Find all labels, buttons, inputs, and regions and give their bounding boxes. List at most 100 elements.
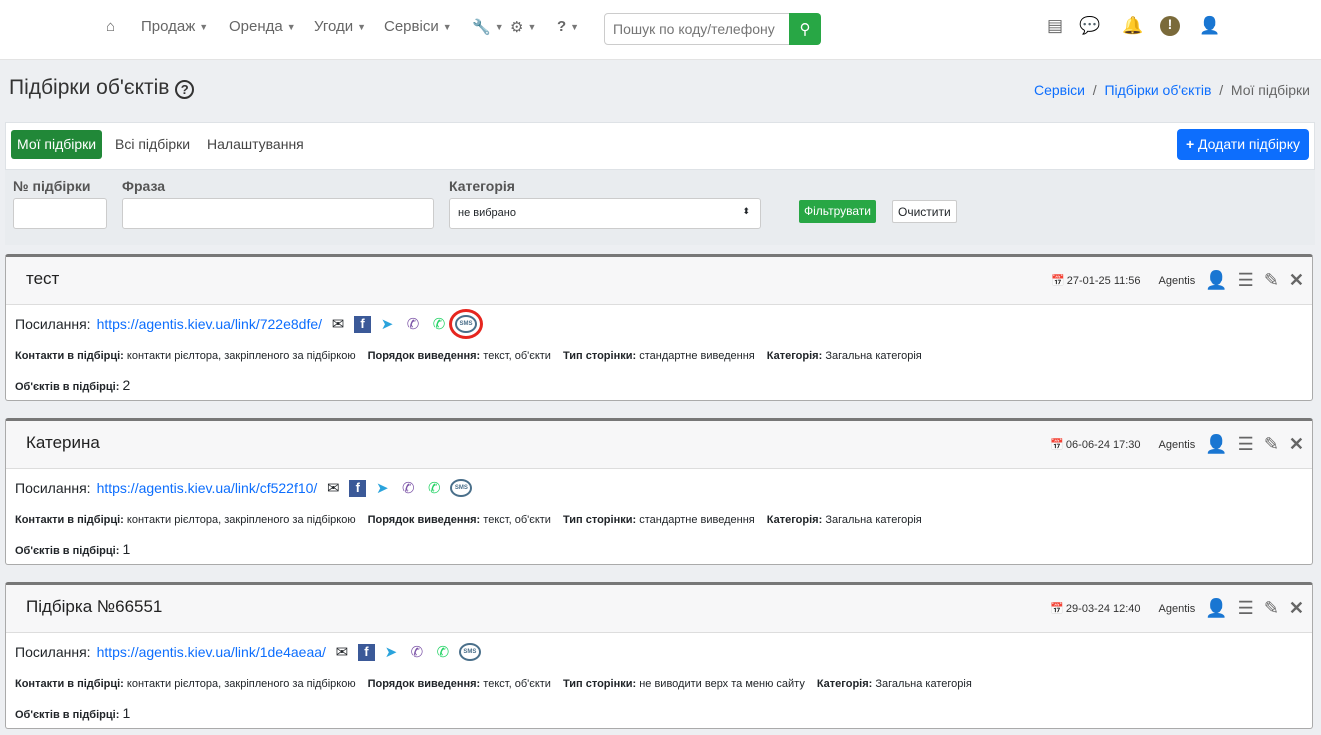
user-outline-icon[interactable]: 👤 bbox=[1205, 598, 1227, 619]
breadcrumb-services[interactable]: Сервіси bbox=[1034, 82, 1085, 98]
book-icon[interactable]: ▤ bbox=[1047, 16, 1063, 36]
close-icon[interactable]: ✕ bbox=[1289, 434, 1304, 455]
link-label: Посилання: bbox=[15, 316, 91, 332]
phrase-label: Фраза bbox=[122, 178, 166, 194]
link-label: Посилання: bbox=[15, 644, 91, 660]
nav-rent[interactable]: Оренда ▼ bbox=[229, 18, 296, 35]
list-icon[interactable]: ☰ bbox=[1238, 598, 1254, 619]
contacts-info: Контакти в підбірці: контакти рієлтора, … bbox=[15, 514, 356, 526]
order-info: Порядок виведення: текст, об'єкти bbox=[367, 350, 551, 362]
card-title: тест bbox=[26, 269, 60, 288]
tab-my-collections[interactable]: Мої підбірки bbox=[11, 130, 103, 159]
facebook-icon[interactable]: f bbox=[354, 315, 372, 333]
card-date: 29-03-24 12:40 bbox=[1065, 602, 1141, 615]
collection-card: тест 📅 27-01-25 11:56 Agentis 👤 ☰ ✎ ✕ Пос… bbox=[5, 254, 1313, 401]
collection-link[interactable]: https://agentis.kiev.ua/link/722e8dfe/ bbox=[97, 316, 322, 332]
select-arrows-icon: ⬍ bbox=[742, 206, 750, 216]
nav-deals[interactable]: Угоди ▼ bbox=[314, 18, 366, 35]
caret-down-icon: ▼ bbox=[199, 21, 209, 32]
help-circle-icon[interactable]: ? bbox=[175, 80, 195, 99]
sms-icon[interactable]: SMS bbox=[458, 643, 481, 661]
caret-down-icon: ▼ bbox=[357, 21, 367, 32]
number-input[interactable] bbox=[13, 198, 107, 229]
telegram-icon[interactable]: ➤ bbox=[377, 315, 397, 333]
pencil-icon[interactable]: ✎ bbox=[1264, 434, 1279, 455]
category-info: Категорія: Загальна категорія bbox=[766, 514, 922, 526]
pencil-icon[interactable]: ✎ bbox=[1264, 598, 1279, 619]
alert-icon[interactable]: ! bbox=[1160, 16, 1180, 36]
filters-panel: № підбірки Фраза Категорія не вибрано ⬍ Ф… bbox=[5, 170, 1315, 245]
viber-icon[interactable]: ✆ bbox=[407, 643, 427, 661]
card-header: тест 📅 27-01-25 11:56 Agentis 👤 ☰ ✎ ✕ bbox=[6, 257, 1312, 305]
collection-link[interactable]: https://agentis.kiev.ua/link/cf522f10/ bbox=[97, 480, 318, 496]
search-icon: ⚲ bbox=[799, 21, 811, 38]
card-title: Підбірка №66551 bbox=[26, 597, 163, 616]
tab-all-collections[interactable]: Всі підбірки bbox=[109, 130, 196, 159]
wrench-icon[interactable]: 🔧 ▼ bbox=[472, 18, 504, 36]
card-date: 27-01-25 11:56 bbox=[1066, 274, 1141, 287]
bell-icon[interactable]: 🔔 bbox=[1122, 16, 1143, 36]
search-button[interactable]: ⚲ bbox=[789, 13, 821, 45]
sms-icon[interactable]: SMS bbox=[450, 479, 473, 497]
collection-link[interactable]: https://agentis.kiev.ua/link/1de4aeaa/ bbox=[97, 644, 326, 660]
collection-card: Підбірка №66551 📅 29-03-24 12:40 Agentis … bbox=[5, 582, 1313, 729]
contacts-info: Контакти в підбірці: контакти рієлтора, … bbox=[15, 350, 356, 362]
user-outline-icon[interactable]: 👤 bbox=[1205, 270, 1227, 291]
facebook-icon[interactable]: f bbox=[357, 643, 375, 661]
search-input[interactable] bbox=[604, 13, 790, 45]
email-icon[interactable]: ✉ bbox=[328, 315, 348, 333]
telegram-icon[interactable]: ➤ bbox=[372, 479, 392, 497]
nav-label: Сервіси bbox=[384, 18, 439, 35]
list-icon[interactable]: ☰ bbox=[1238, 434, 1254, 455]
telegram-icon[interactable]: ➤ bbox=[381, 643, 401, 661]
card-date: 06-06-24 17:30 bbox=[1065, 438, 1141, 451]
nav-services[interactable]: Сервіси ▼ bbox=[384, 18, 452, 35]
category-info: Категорія: Загальна категорія bbox=[816, 678, 972, 690]
page-type-info: Тип сторінки: стандартне виведення bbox=[562, 350, 755, 362]
category-select[interactable]: не вибрано ⬍ bbox=[449, 198, 761, 229]
breadcrumb-collections[interactable]: Підбірки об'єктів bbox=[1104, 82, 1211, 98]
whatsapp-icon[interactable]: ✆ bbox=[424, 479, 444, 497]
viber-icon[interactable]: ✆ bbox=[398, 479, 418, 497]
objects-count: Об'єктів в підбірці: 2 bbox=[15, 377, 131, 393]
tabs-bar: Мої підбірки Всі підбірки Налаштування +… bbox=[5, 122, 1315, 170]
caret-down-icon: ▼ bbox=[442, 21, 452, 32]
viber-icon[interactable]: ✆ bbox=[403, 315, 423, 333]
category-label: Категорія bbox=[449, 178, 515, 194]
add-collection-button[interactable]: + Додати підбірку bbox=[1176, 129, 1309, 160]
user-outline-icon[interactable]: 👤 bbox=[1205, 434, 1227, 455]
phrase-input[interactable] bbox=[122, 198, 434, 229]
email-icon[interactable]: ✉ bbox=[332, 643, 352, 661]
facebook-icon[interactable]: f bbox=[349, 479, 367, 497]
sms-icon[interactable]: SMS bbox=[449, 309, 484, 339]
breadcrumb: Сервіси / Підбірки об'єктів / Мої підбір… bbox=[1033, 82, 1310, 98]
top-navbar: ⌂ Продаж ▼ Оренда ▼ Угоди ▼ Сервіси ▼ 🔧 ▼ ⚙ ▼ … bbox=[0, 0, 1321, 60]
pencil-icon[interactable]: ✎ bbox=[1264, 270, 1279, 291]
chat-icon[interactable]: 💬 bbox=[1079, 16, 1100, 36]
calendar-icon: 📅 bbox=[1050, 603, 1064, 615]
number-label: № підбірки bbox=[13, 178, 91, 194]
objects-count: Об'єктів в підбірці: 1 bbox=[15, 541, 131, 557]
close-icon[interactable]: ✕ bbox=[1289, 598, 1304, 619]
card-author: Agentis bbox=[1158, 274, 1196, 287]
list-icon[interactable]: ☰ bbox=[1238, 270, 1254, 291]
user-icon[interactable]: 👤 bbox=[1199, 16, 1220, 36]
home-icon[interactable]: ⌂ bbox=[106, 18, 115, 35]
clear-button[interactable]: Очистити bbox=[892, 200, 957, 223]
tab-settings[interactable]: Налаштування bbox=[201, 130, 310, 159]
filter-button[interactable]: Фільтрувати bbox=[799, 200, 876, 223]
close-icon[interactable]: ✕ bbox=[1289, 270, 1304, 291]
plus-icon: + bbox=[1185, 136, 1195, 152]
email-icon[interactable]: ✉ bbox=[323, 479, 343, 497]
whatsapp-icon[interactable]: ✆ bbox=[433, 643, 453, 661]
nav-sales[interactable]: Продаж ▼ bbox=[141, 18, 208, 35]
calendar-icon: 📅 bbox=[1051, 275, 1065, 287]
whatsapp-icon[interactable]: ✆ bbox=[429, 315, 449, 333]
card-author: Agentis bbox=[1158, 438, 1196, 451]
nav-label: Оренда bbox=[229, 18, 283, 35]
calendar-icon: 📅 bbox=[1050, 439, 1064, 451]
gear-icon[interactable]: ⚙ ▼ bbox=[510, 18, 536, 36]
page-title: Підбірки об'єктів ? bbox=[9, 76, 195, 100]
help-icon[interactable]: ? ▼ bbox=[557, 18, 579, 35]
order-info: Порядок виведення: текст, об'єкти bbox=[367, 514, 551, 526]
